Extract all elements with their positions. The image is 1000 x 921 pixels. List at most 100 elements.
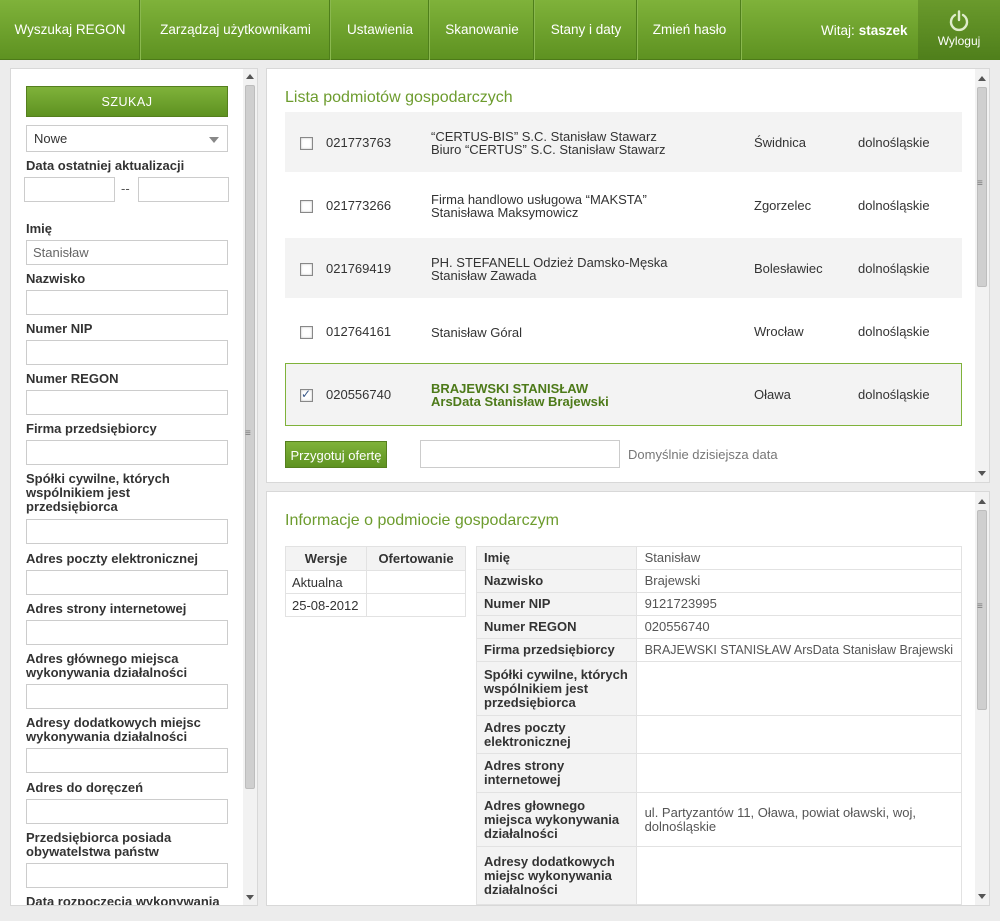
scroll-up-icon[interactable]	[978, 76, 986, 81]
row-name-line1: Stanisław Góral	[431, 325, 523, 340]
row-checkbox[interactable]	[300, 200, 313, 213]
search-form: SZUKAJ Nowe Data ostatniej aktualizacji …	[11, 69, 243, 905]
search-panel: SZUKAJ Nowe Data ostatniej aktualizacji …	[10, 68, 258, 906]
list-panel-scrollbar[interactable]: ≡	[975, 69, 989, 482]
field-label-additional-addresses: Adresy dodatkowych miejsc wykonywania dz…	[26, 715, 201, 744]
table-row[interactable]: 25-08-2012	[285, 593, 466, 617]
offer-date-input[interactable]	[420, 440, 620, 468]
date-from-input[interactable]	[24, 177, 115, 202]
row-regon: 020556740	[326, 387, 392, 402]
scroll-up-icon[interactable]	[246, 74, 254, 79]
last-name-input[interactable]	[26, 290, 228, 315]
entity-info-title: Informacje o podmiocie gospodarczym	[285, 512, 559, 529]
list-item[interactable]: 021773763 “CERTUS-BIS” S.C. Stanisław St…	[285, 112, 962, 172]
nav-item-search-regon[interactable]: Wyszukaj REGON	[0, 0, 141, 60]
scroll-up-icon[interactable]	[978, 499, 986, 504]
field-label-website: Adres strony internetowej	[26, 601, 187, 616]
offer-date-hint: Domyślnie dzisiejsza data	[628, 447, 778, 462]
row-checkbox[interactable]	[300, 326, 313, 339]
detail-key: Firma przedsiębiorcy	[476, 638, 637, 662]
nav-item-states-dates[interactable]: Stany i daty	[535, 0, 638, 60]
email-input[interactable]	[26, 570, 228, 595]
row-city: Oława	[754, 387, 791, 402]
nav-item-manage-users[interactable]: Zarządzaj użytkownikami	[141, 0, 331, 60]
table-row: Imię Stanisław	[476, 546, 963, 570]
scroll-down-icon[interactable]	[246, 895, 254, 900]
additional-addresses-input[interactable]	[26, 748, 228, 773]
field-label-nip: Numer NIP	[26, 321, 93, 336]
row-checkbox[interactable]	[300, 137, 313, 150]
list-item-selected[interactable]: ✓ 020556740 BRAJEWSKI STANISŁAW ArsData …	[285, 363, 962, 426]
detail-value: Stanisław	[635, 546, 963, 570]
offer-cell	[366, 570, 466, 594]
delivery-address-input[interactable]	[26, 799, 228, 824]
offer-cell	[366, 593, 466, 617]
date-separator: --	[121, 181, 130, 196]
detail-key: Nazwisko	[476, 569, 637, 593]
field-label-company: Firma przedsiębiorcy	[26, 421, 157, 436]
field-label-start-date: Data rozpoczęcia wykonywania	[26, 894, 220, 906]
checkmark-icon: ✓	[301, 387, 312, 401]
row-province: dolnośląskie	[858, 324, 930, 339]
row-regon: 021773763	[326, 135, 392, 150]
row-name-line2: Biuro “CERTUS” S.C. Stanisław Stawarz	[431, 142, 666, 157]
nav-item-change-password[interactable]: Zmień hasło	[638, 0, 742, 60]
versions-table: Wersje Ofertowanie Aktualna 25-08-2012	[285, 546, 466, 617]
company-input[interactable]	[26, 440, 228, 465]
version-cell[interactable]: Aktualna	[285, 570, 367, 594]
table-row: Firma przedsiębiorcy BRAJEWSKI STANISŁAW…	[476, 638, 963, 662]
table-row: Adres poczty elektronicznej	[476, 715, 963, 754]
date-to-input[interactable]	[138, 177, 229, 202]
version-cell[interactable]: 25-08-2012	[285, 593, 367, 617]
info-panel-scrollbar[interactable]: ≡	[975, 492, 989, 905]
regon-input[interactable]	[26, 390, 228, 415]
detail-key: Imię	[476, 546, 637, 570]
detail-value	[635, 753, 963, 793]
row-checkbox-checked[interactable]: ✓	[300, 387, 313, 402]
citizenship-input[interactable]	[26, 863, 228, 888]
date-label: Data ostatniej aktualizacji	[26, 158, 185, 173]
row-province: dolnośląskie	[858, 135, 930, 150]
main-address-input[interactable]	[26, 684, 228, 709]
nip-input[interactable]	[26, 340, 228, 365]
detail-value: Brajewski	[635, 569, 963, 593]
search-button[interactable]: SZUKAJ	[26, 86, 228, 117]
first-name-input[interactable]	[26, 240, 228, 265]
row-city: Wrocław	[754, 324, 804, 339]
row-city: Bolesławiec	[754, 261, 823, 276]
list-item[interactable]: 021773266 Firma handlowo usługowa “MAKST…	[285, 175, 962, 235]
field-label-last-name: Nazwisko	[26, 271, 86, 286]
prepare-offer-button[interactable]: Przygotuj ofertę	[285, 441, 387, 468]
status-select[interactable]: Nowe	[26, 125, 228, 152]
detail-key: Spółki cywilne, których wspólnikiem jest…	[476, 661, 637, 716]
table-row: Numer NIP 9121723995	[476, 592, 963, 616]
detail-value	[635, 846, 963, 905]
table-row: Nazwisko Brajewski	[476, 569, 963, 593]
field-label-email: Adres poczty elektronicznej	[26, 551, 198, 566]
details-table: Imię Stanisław Nazwisko Brajewski Numer …	[476, 546, 963, 905]
list-item[interactable]: 012764161 Stanisław Góral Wrocław dolnoś…	[285, 301, 962, 361]
row-city: Świdnica	[754, 135, 807, 150]
row-regon: 021769419	[326, 261, 392, 276]
detail-value: 020556740	[635, 615, 963, 639]
field-label-main-address: Adres głównego miejsca wykonywania dział…	[26, 651, 188, 680]
website-input[interactable]	[26, 620, 228, 645]
detail-key: Adres głownego miejsca wykonywania dział…	[476, 792, 637, 847]
table-row: Spółki cywilne, których wspólnikiem jest…	[476, 661, 963, 716]
row-regon: 012764161	[326, 324, 392, 339]
nav-item-scanning[interactable]: Skanowanie	[430, 0, 535, 60]
nav-item-settings[interactable]: Ustawienia	[331, 0, 430, 60]
table-row: Adres głownego miejsca wykonywania dział…	[476, 792, 963, 847]
table-row[interactable]: Aktualna	[285, 570, 466, 594]
logout-button[interactable]: Wyloguj	[918, 0, 1000, 60]
scroll-down-icon[interactable]	[978, 894, 986, 899]
row-checkbox[interactable]	[300, 263, 313, 276]
detail-value: 9121723995	[635, 592, 963, 616]
partnerships-input[interactable]	[26, 519, 228, 544]
search-panel-scrollbar[interactable]: ≡	[243, 69, 257, 905]
list-item[interactable]: 021769419 PH. STEFANELL Odzież Damsko-Mę…	[285, 238, 962, 298]
grip-icon: ≡	[977, 601, 983, 612]
scroll-down-icon[interactable]	[978, 471, 986, 476]
row-name-line2: ArsData Stanisław Brajewski	[431, 394, 609, 409]
field-label-citizenship: Przedsiębiorca posiada obywatelstwa pańs…	[26, 830, 172, 859]
